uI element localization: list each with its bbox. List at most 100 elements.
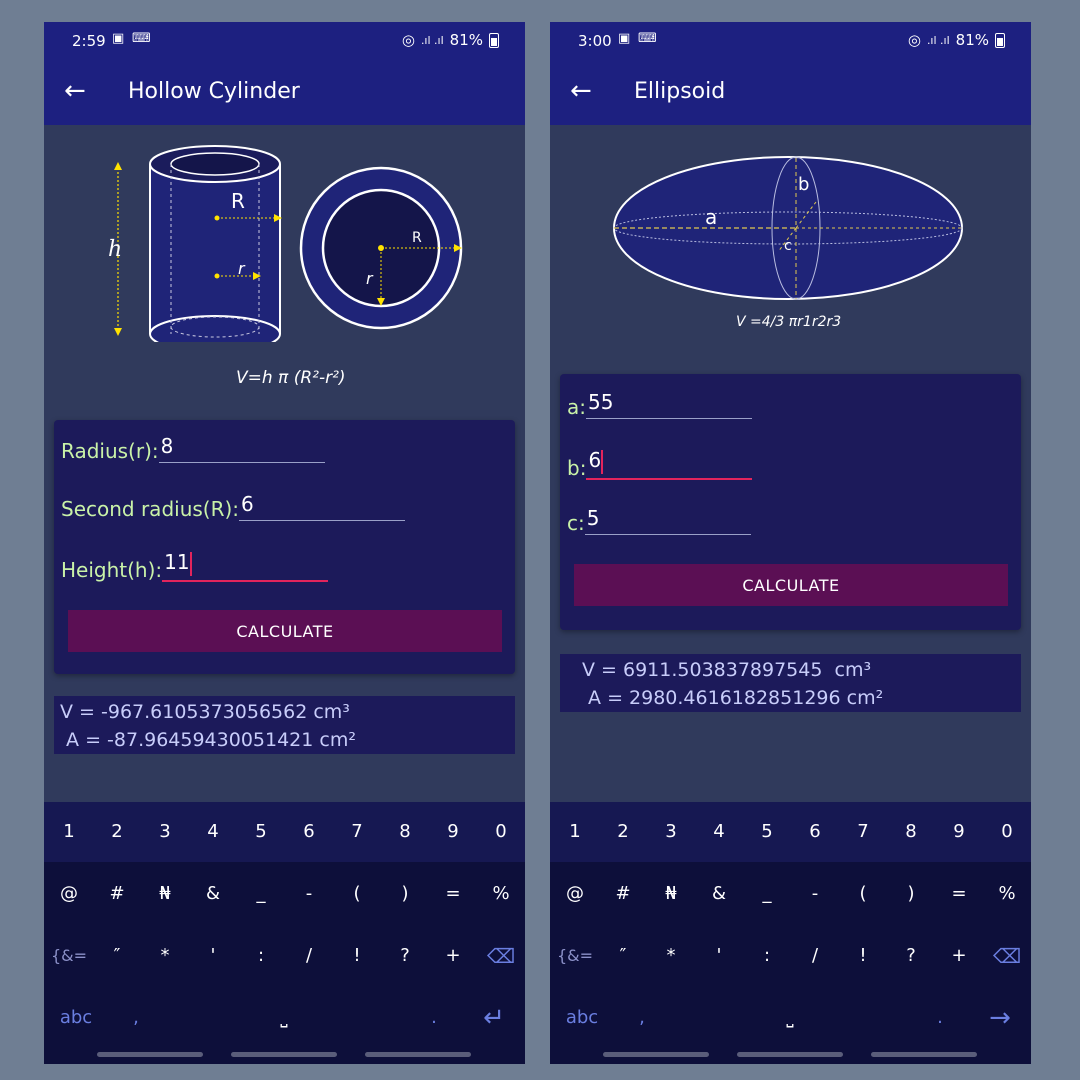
abc-key[interactable]: abc (52, 988, 100, 1048)
key-5[interactable]: 6 (791, 802, 839, 862)
a-input[interactable]: 55 (586, 390, 752, 419)
key-2[interactable]: * (141, 926, 189, 986)
key-8[interactable]: 9 (429, 802, 477, 862)
key-0[interactable]: 1 (45, 802, 93, 862)
keyboard-symbol-row-2: {&= ″ * ': /!? + ⌫ (550, 926, 1031, 986)
key-4[interactable]: 5 (743, 802, 791, 862)
key-5[interactable]: 6 (285, 802, 333, 862)
nav-pill[interactable] (365, 1052, 471, 1057)
calculate-button[interactable]: CALCULATE (68, 610, 502, 652)
key-4[interactable]: : (743, 926, 791, 986)
key-3[interactable]: & (189, 864, 237, 924)
arrow-left-icon[interactable]: ← (570, 76, 592, 106)
key-6[interactable]: ( (333, 864, 381, 924)
input-card: Radius(r): 8 Second radius(R): 6 Height(… (54, 420, 515, 674)
nav-pill[interactable] (231, 1052, 337, 1057)
key-6[interactable]: ! (333, 926, 381, 986)
comma-key[interactable]: , (112, 988, 160, 1048)
result-box: V = 6911.503837897545 cm³ A = 2980.46161… (560, 654, 1021, 712)
key-9[interactable]: 0 (983, 802, 1031, 862)
key-0[interactable]: {&= (45, 926, 93, 986)
label-h: h (108, 237, 122, 262)
key-1[interactable]: # (599, 864, 647, 924)
signal-icon: .ıl .ıl (420, 33, 444, 47)
b-input[interactable]: 6 (586, 448, 753, 480)
key-2[interactable]: 3 (647, 802, 695, 862)
arrow-left-icon[interactable]: ← (64, 76, 86, 106)
key-3[interactable]: ' (695, 926, 743, 986)
key-1[interactable]: # (93, 864, 141, 924)
label-R: R (231, 189, 245, 213)
next-key[interactable]: → (976, 988, 1024, 1048)
key-8[interactable]: = (935, 864, 983, 924)
backspace-key[interactable]: ⌫ (983, 926, 1031, 986)
space-key[interactable]: ⎵ (234, 988, 334, 1048)
key-7[interactable]: ? (887, 926, 935, 986)
height-input[interactable]: 11 (162, 550, 329, 582)
key-6[interactable]: 7 (839, 802, 887, 862)
key-6[interactable]: ( (839, 864, 887, 924)
nav-pill[interactable] (737, 1052, 843, 1057)
key-4[interactable]: _ (237, 864, 285, 924)
key-4[interactable]: : (237, 926, 285, 986)
key-9[interactable]: % (983, 864, 1031, 924)
key-6[interactable]: ! (839, 926, 887, 986)
key-0[interactable]: {&= (551, 926, 599, 986)
key-7[interactable]: ) (887, 864, 935, 924)
key-1[interactable]: 2 (93, 802, 141, 862)
abc-key[interactable]: abc (558, 988, 606, 1048)
nav-pill[interactable] (871, 1052, 977, 1057)
key-3[interactable]: 4 (695, 802, 743, 862)
key-4[interactable]: _ (743, 864, 791, 924)
backspace-icon: ⌫ (486, 944, 516, 968)
key-1[interactable]: ″ (93, 926, 141, 986)
key-0[interactable]: 1 (551, 802, 599, 862)
radius-input[interactable]: 8 (158, 434, 325, 463)
keyboard-number-row: 1234567890 (550, 802, 1031, 862)
key-8[interactable]: = (429, 864, 477, 924)
key-7[interactable]: ? (381, 926, 429, 986)
second-radius-input[interactable]: 6 (239, 492, 406, 521)
nav-pill[interactable] (603, 1052, 709, 1057)
comma-key[interactable]: , (618, 988, 666, 1048)
key-2[interactable]: ₦ (647, 864, 695, 924)
field-label-a: a: (567, 395, 586, 419)
key-5[interactable]: - (791, 864, 839, 924)
key-1[interactable]: 2 (599, 802, 647, 862)
text-caret (601, 449, 604, 474)
nav-pill[interactable] (97, 1052, 203, 1057)
key-9[interactable]: 0 (477, 802, 525, 862)
key-8[interactable]: + (935, 926, 983, 986)
key-5[interactable]: / (285, 926, 333, 986)
key-2[interactable]: 3 (141, 802, 189, 862)
key-2[interactable]: ₦ (141, 864, 189, 924)
key-9[interactable]: % (477, 864, 525, 924)
backspace-key[interactable]: ⌫ (477, 926, 525, 986)
key-7[interactable]: 8 (381, 802, 429, 862)
calculate-button[interactable]: CALCULATE (574, 564, 1008, 606)
arrow-right-icon: → (989, 1003, 1011, 1033)
key-2[interactable]: * (647, 926, 695, 986)
key-5[interactable]: / (791, 926, 839, 986)
key-4[interactable]: 5 (237, 802, 285, 862)
key-5[interactable]: - (285, 864, 333, 924)
keyboard-icon: ⌨ (638, 31, 657, 46)
enter-key[interactable]: ↵ (470, 988, 518, 1048)
key-7[interactable]: 8 (887, 802, 935, 862)
period-key[interactable]: . (410, 988, 458, 1048)
space-key[interactable]: ⎵ (740, 988, 840, 1048)
key-0[interactable]: @ (551, 864, 599, 924)
key-3[interactable]: ' (189, 926, 237, 986)
field-a: a: 55 (567, 390, 752, 419)
key-3[interactable]: & (695, 864, 743, 924)
c-input[interactable]: 5 (584, 506, 751, 535)
period-key[interactable]: . (916, 988, 964, 1048)
key-3[interactable]: 4 (189, 802, 237, 862)
key-8[interactable]: + (429, 926, 477, 986)
key-1[interactable]: ″ (599, 926, 647, 986)
key-8[interactable]: 9 (935, 802, 983, 862)
key-6[interactable]: 7 (333, 802, 381, 862)
key-0[interactable]: @ (45, 864, 93, 924)
battery-level: 81% (955, 31, 989, 49)
key-7[interactable]: ) (381, 864, 429, 924)
